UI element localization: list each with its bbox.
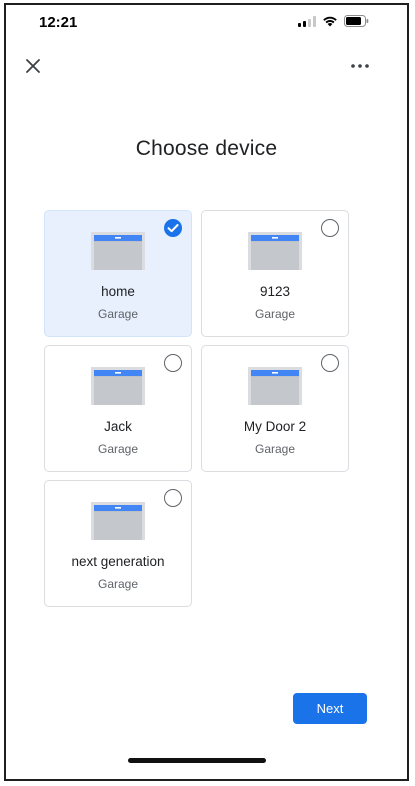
close-button[interactable] bbox=[22, 55, 44, 77]
device-name: 9123 bbox=[259, 284, 291, 299]
next-button[interactable]: Next bbox=[293, 693, 367, 724]
unselected-radio[interactable] bbox=[164, 489, 182, 507]
device-name: next generation bbox=[71, 554, 165, 569]
check-icon bbox=[167, 224, 179, 233]
device-type: Garage bbox=[97, 577, 139, 591]
device-name: home bbox=[101, 284, 135, 299]
device-card-next-generation[interactable]: next generation Garage bbox=[44, 480, 192, 607]
device-card-home[interactable]: home Garage bbox=[44, 210, 192, 337]
more-options-button[interactable] bbox=[349, 59, 371, 73]
garage-door-icon bbox=[248, 367, 302, 405]
status-icons bbox=[298, 15, 369, 27]
garage-door-icon bbox=[91, 232, 145, 270]
page-title: Choose device bbox=[135, 137, 278, 160]
device-name: Jack bbox=[104, 419, 132, 434]
garage-door-icon bbox=[91, 502, 145, 540]
unselected-radio[interactable] bbox=[321, 219, 339, 237]
device-type: Garage bbox=[97, 307, 139, 321]
selected-radio[interactable] bbox=[164, 219, 182, 237]
garage-door-icon bbox=[91, 367, 145, 405]
device-name: My Door 2 bbox=[243, 419, 307, 434]
unselected-radio[interactable] bbox=[164, 354, 182, 372]
device-type: Garage bbox=[97, 442, 139, 456]
status-bar: 12:21 bbox=[6, 5, 407, 41]
close-icon bbox=[26, 59, 40, 73]
phone-screen: 12:21 Choose device home Garage 9123 Gar… bbox=[4, 3, 409, 781]
device-card-jack[interactable]: Jack Garage bbox=[44, 345, 192, 472]
device-type: Garage bbox=[254, 307, 296, 321]
battery-icon bbox=[344, 15, 369, 27]
home-indicator[interactable] bbox=[128, 758, 266, 763]
device-card-9123[interactable]: 9123 Garage bbox=[201, 210, 349, 337]
status-time: 12:21 bbox=[39, 14, 78, 31]
device-type: Garage bbox=[254, 442, 296, 456]
more-horizontal-icon bbox=[351, 64, 369, 68]
cellular-signal-icon bbox=[298, 15, 316, 27]
unselected-radio[interactable] bbox=[321, 354, 339, 372]
wifi-icon bbox=[322, 15, 338, 27]
garage-door-icon bbox=[248, 232, 302, 270]
device-card-my-door-2[interactable]: My Door 2 Garage bbox=[201, 345, 349, 472]
